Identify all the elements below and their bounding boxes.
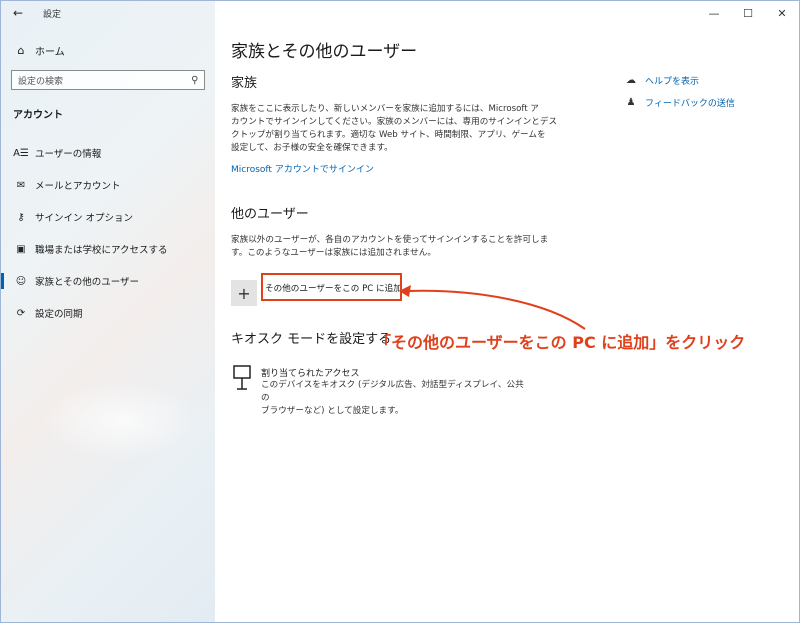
close-button[interactable]: ✕ [765,1,799,25]
user-info-icon: A☰ [13,147,29,159]
kiosk-desc-line: ブラウザーなど) として設定します。 [261,406,404,416]
sidebar-item-label: ホーム [35,46,65,58]
page-title: 家族とその他のユーザー [231,42,418,62]
search-icon: ⚲ [190,74,198,86]
family-desc-line: 設定して、お子様の安全を確保できます。 [231,143,393,153]
sidebar-item-signin[interactable]: ⚷ サインイン オプション [1,201,215,233]
search-placeholder: 設定の検索 [18,76,64,87]
person-icon: ☺ [15,275,27,287]
sidebar-item-label: サインイン オプション [35,213,134,224]
family-heading: 家族 [231,76,258,91]
other-users-heading: 他のユーザー [231,207,309,222]
search-input[interactable]: 設定の検索 ⚲ [11,70,205,90]
mail-icon: ✉ [16,179,26,191]
briefcase-icon: ▣ [16,243,26,255]
settings-window: ← 設定 ⌂ ホーム 設定の検索 ⚲ アカウント A☰ ユーザーの情報 ✉ メー… [0,0,800,623]
feedback-icon: ♟ [626,96,636,108]
minimize-button[interactable]: — [697,1,731,25]
kiosk-heading: キオスク モードを設定する [231,332,392,347]
add-user-button[interactable]: + [231,280,257,306]
sidebar-item-sync[interactable]: ⟳ 設定の同期 [1,297,215,329]
sidebar-item-home[interactable]: ⌂ ホーム [1,39,215,61]
sync-icon: ⟳ [16,307,26,319]
window-controls: — ☐ ✕ [697,1,799,25]
title-bar-left: ← 設定 [1,1,215,25]
microsoft-signin-link[interactable]: Microsoft アカウントでサインイン [231,162,374,175]
feedback-link[interactable]: ♟ フィードバックの送信 [623,91,735,113]
sidebar: ← 設定 ⌂ ホーム 設定の検索 ⚲ アカウント A☰ ユーザーの情報 ✉ メー… [1,1,215,622]
family-description: 家族をここに表示したり、新しいメンバーを家族に追加するには、Microsoft … [231,103,557,155]
annotation-highlight-box [261,273,402,301]
help-chat-icon: ☁ [626,74,636,86]
home-icon: ⌂ [17,43,25,57]
section-heading: アカウント [13,110,63,121]
app-title: 設定 [43,9,62,20]
kiosk-desc-line: このデバイスをキオスク (デジタル広告、対話型ディスプレイ、公共の [261,380,524,403]
sidebar-item-label: 設定の同期 [35,309,83,320]
sidebar-item-label: ユーザーの情報 [35,149,102,160]
other-users-desc-line: 家族以外のユーザーが、各自のアカウントを使ってサインインすることを許可しま [231,235,549,245]
maximize-button[interactable]: ☐ [731,1,765,25]
main-content: 家族とその他のユーザー 家族 家族をここに表示したり、新しいメンバーを家族に追加… [215,1,799,622]
back-button[interactable]: ← [1,1,35,25]
sidebar-item-user-info[interactable]: A☰ ユーザーの情報 [1,137,215,169]
assigned-access-link[interactable]: 割り当てられたアクセス [261,366,360,379]
sidebar-item-label: メールとアカウント [35,181,121,192]
sidebar-item-label: 家族とその他のユーザー [35,277,140,288]
help-panel: ☁ ヘルプを表示 ♟ フィードバックの送信 [623,69,735,113]
annotation-text: 「その他のユーザーをこの PC に追加」をクリック [375,333,746,352]
help-link[interactable]: ☁ ヘルプを表示 [623,69,735,91]
sidebar-nav: A☰ ユーザーの情報 ✉ メールとアカウント ⚷ サインイン オプション ▣ 職… [1,137,215,329]
kiosk-icon [233,365,251,390]
sidebar-item-work[interactable]: ▣ 職場または学校にアクセスする [1,233,215,265]
other-users-description: 家族以外のユーザーが、各自のアカウントを使ってサインインすることを許可しま す。… [231,234,548,260]
sidebar-item-label: 職場または学校にアクセスする [35,245,168,256]
feedback-label: フィードバックの送信 [645,98,735,109]
sidebar-item-email[interactable]: ✉ メールとアカウント [1,169,215,201]
other-users-desc-line: す。このようなユーザーは家族には追加されません。 [231,248,436,258]
help-label: ヘルプを表示 [645,76,700,87]
family-desc-line: クトップが割り当てられます。適切な Web サイト、時間制限、アプリ、ゲームを [231,130,546,140]
sidebar-item-family[interactable]: ☺ 家族とその他のユーザー [1,265,215,297]
kiosk-description: このデバイスをキオスク (デジタル広告、対話型ディスプレイ、公共の ブラウザーな… [261,379,531,418]
family-desc-line: カウントでサインインしてください。家族のメンバーには、専用のサインインとデス [231,117,558,127]
family-desc-line: 家族をここに表示したり、新しいメンバーを家族に追加するには、Microsoft … [231,104,539,114]
key-icon: ⚷ [17,211,25,223]
